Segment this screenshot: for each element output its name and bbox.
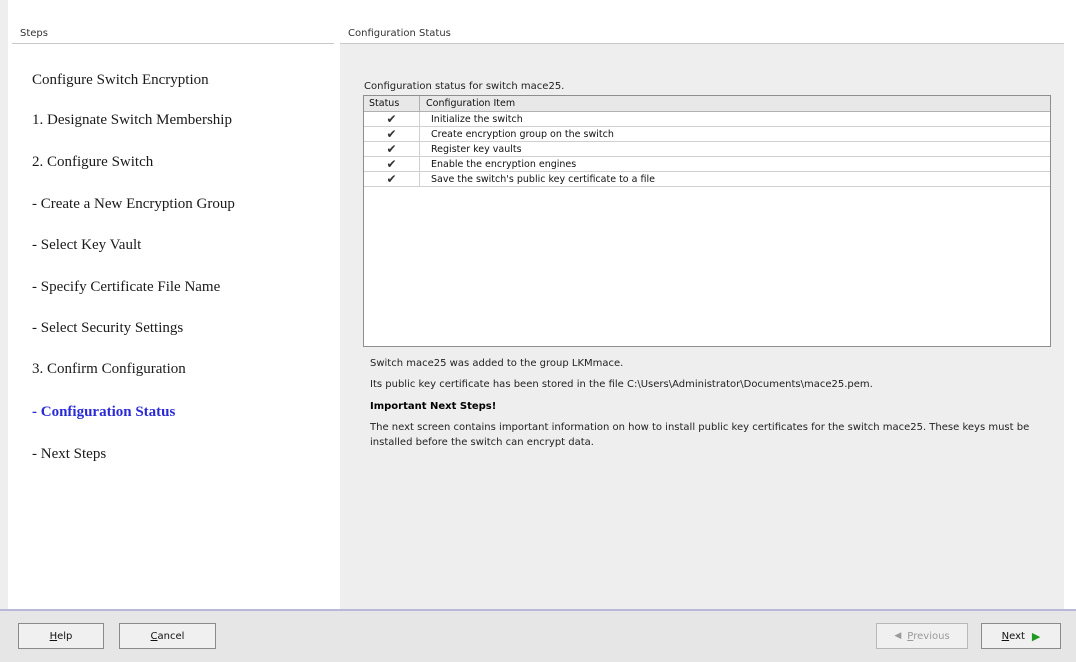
column-header-configuration-item[interactable]: Configuration Item <box>420 96 1050 111</box>
help-button-mnemonic: H <box>49 630 58 642</box>
status-intro: Configuration status for switch mace25. <box>364 81 565 92</box>
content-header: Configuration Status <box>340 12 1064 44</box>
step-next-steps: - Next Steps <box>32 446 107 462</box>
table-cell-item: Save the switch's public key certificate… <box>431 174 655 185</box>
table-cell-item: Enable the encryption engines <box>431 159 577 170</box>
previous-button-label: revious <box>913 630 950 642</box>
content-panel: Configuration Status Configuration statu… <box>340 12 1064 609</box>
message-switch-added: Switch mace25 was added to the group LKM… <box>370 358 624 369</box>
cancel-button-mnemonic: C <box>150 630 158 642</box>
step-select-security-settings: - Select Security Settings <box>32 320 184 336</box>
table-row[interactable]: ✔ Register key vaults <box>364 142 1050 157</box>
next-button[interactable]: Next ▶ <box>981 623 1061 649</box>
window-left-edge <box>0 0 8 610</box>
step-select-key-vault: - Select Key Vault <box>32 237 142 253</box>
step-create-encryption-group: - Create a New Encryption Group <box>32 196 235 212</box>
check-icon: ✔ <box>364 172 420 186</box>
step-designate-switch-membership: 1. Designate Switch Membership <box>32 112 232 128</box>
table-row[interactable]: ✔ Save the switch's public key certifica… <box>364 172 1050 187</box>
step-confirm-configuration: 3. Confirm Configuration <box>32 361 186 377</box>
steps-panel: Steps Configure Switch Encryption 1. Des… <box>12 12 334 609</box>
check-icon: ✔ <box>364 127 420 141</box>
cancel-button[interactable]: Cancel <box>119 623 216 649</box>
table-cell-item: Register key vaults <box>431 144 522 155</box>
check-icon: ✔ <box>364 157 420 171</box>
step-specify-certificate-file-name: - Specify Certificate File Name <box>32 279 221 295</box>
step-configure-switch: 2. Configure Switch <box>32 154 154 170</box>
table-cell-item: Create encryption group on the switch <box>431 129 614 140</box>
table-header-row: Status Configuration Item <box>364 96 1050 112</box>
table-row[interactable]: ✔ Enable the encryption engines <box>364 157 1050 172</box>
arrow-right-icon: ▶ <box>1031 629 1041 643</box>
table-row[interactable]: ✔ Create encryption group on the switch <box>364 127 1050 142</box>
check-icon: ✔ <box>364 112 420 126</box>
bottom-button-bar: Help Cancel ◀ Previous Next ▶ <box>0 609 1076 662</box>
help-button[interactable]: Help <box>18 623 104 649</box>
step-configuration-status: - Configuration Status <box>32 404 176 420</box>
table-cell-item: Initialize the switch <box>431 114 523 125</box>
help-button-label: elp <box>57 630 73 642</box>
check-icon: ✔ <box>364 142 420 156</box>
message-certificate-stored: Its public key certificate has been stor… <box>370 379 873 390</box>
cancel-button-label: ancel <box>157 630 185 642</box>
important-text: The next screen contains important infor… <box>370 422 1030 448</box>
previous-button[interactable]: ◀ Previous <box>876 623 968 649</box>
arrow-left-icon: ◀ <box>894 631 902 641</box>
steps-header: Steps <box>12 12 334 44</box>
configuration-table[interactable]: Status Configuration Item ✔ Initialize t… <box>363 95 1051 347</box>
next-button-mnemonic: N <box>1001 630 1010 642</box>
important-title: Important Next Steps! <box>370 401 497 412</box>
column-header-status[interactable]: Status <box>364 96 420 111</box>
next-button-label: ext <box>1009 630 1025 642</box>
table-row[interactable]: ✔ Initialize the switch <box>364 112 1050 127</box>
step-configure-switch-encryption: Configure Switch Encryption <box>32 72 209 88</box>
